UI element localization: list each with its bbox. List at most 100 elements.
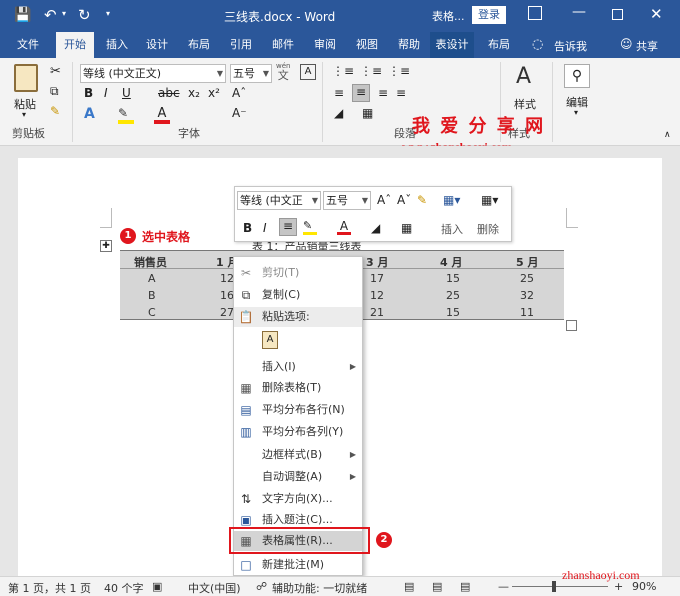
word-count[interactable]: 40 个字 xyxy=(104,580,144,596)
proofing-icon[interactable]: ▣ xyxy=(152,580,162,593)
strikethrough-icon[interactable]: abc xyxy=(158,86,180,100)
redo-icon[interactable]: ↻ xyxy=(78,6,91,24)
save-icon[interactable]: 💾 xyxy=(14,7,31,23)
mini-font-combo[interactable]: 等线 (中文正 ▼ xyxy=(237,191,321,210)
shading-icon[interactable]: ◢ xyxy=(334,106,343,120)
page-count[interactable]: 第 1 页，共 1 页 xyxy=(8,580,91,596)
borders-icon[interactable]: ▦ xyxy=(401,221,412,235)
paste-dropdown-icon[interactable]: ▾ xyxy=(22,110,26,119)
styles-icon[interactable]: A xyxy=(516,64,531,89)
margin-corner xyxy=(100,208,112,228)
text-effects-icon[interactable]: A xyxy=(84,106,95,122)
table-styles-icon[interactable]: ▦▾ xyxy=(443,193,460,207)
char-border-icon[interactable]: A xyxy=(300,64,316,80)
tab-mailings[interactable]: 邮件 xyxy=(266,32,300,58)
menu-item-copy[interactable]: ⧉ 复制(C) xyxy=(234,285,362,305)
menu-item-autofit[interactable]: 自动调整(A) ▶ xyxy=(234,467,362,487)
paste-keep-text-icon[interactable]: A xyxy=(262,331,278,349)
tab-table-layout[interactable]: 布局 xyxy=(480,32,518,58)
bold-icon[interactable]: B xyxy=(84,86,93,100)
undo-dropdown-icon[interactable]: ▾ xyxy=(62,9,66,18)
tab-help[interactable]: 帮助 xyxy=(392,32,426,58)
tab-home[interactable]: 开始 xyxy=(56,32,94,58)
shrink-font-icon[interactable]: Aˇ xyxy=(397,193,411,207)
tab-insert[interactable]: 插入 xyxy=(100,32,134,58)
format-painter-icon[interactable]: ✎ xyxy=(417,193,427,207)
multilevel-icon[interactable]: ⋮≡ xyxy=(388,64,410,78)
styles-button[interactable]: 样式 xyxy=(514,96,536,112)
menu-item-distribute-cols[interactable]: ▥ 平均分布各列(Y) xyxy=(234,422,362,442)
mini-size-combo[interactable]: 五号 ▼ xyxy=(323,191,371,210)
tab-view[interactable]: 视图 xyxy=(350,32,384,58)
tab-references[interactable]: 引用 xyxy=(224,32,258,58)
menu-item-border-styles[interactable]: 边框样式(B) ▶ xyxy=(234,445,362,465)
align-left-icon[interactable]: ≡ xyxy=(334,86,344,100)
grow-font-icon[interactable]: Aˆ xyxy=(377,193,391,207)
tab-design[interactable]: 设计 xyxy=(140,32,174,58)
paste-icon[interactable] xyxy=(14,64,38,92)
menu-item-cut[interactable]: ✂ 剪切(T) xyxy=(234,263,362,283)
menu-item-distribute-rows[interactable]: ▤ 平均分布各行(N) xyxy=(234,400,362,420)
tell-me-input[interactable]: 告诉我 xyxy=(554,38,587,54)
editing-dropdown-icon[interactable]: ▾ xyxy=(574,108,578,117)
italic-icon[interactable]: I xyxy=(263,221,267,235)
customize-qat-icon[interactable]: ▾ xyxy=(106,9,110,18)
close-icon[interactable]: ✕ xyxy=(650,5,663,23)
shading-icon[interactable]: ◢ xyxy=(371,221,380,235)
borders-icon[interactable]: ▦ xyxy=(362,106,373,120)
font-color-icon[interactable]: A xyxy=(337,219,351,235)
format-painter-icon[interactable]: ✎ xyxy=(50,104,60,118)
phonetic-guide-icon[interactable]: wén 文 xyxy=(276,62,290,82)
superscript-icon[interactable]: x² xyxy=(208,86,220,100)
undo-icon[interactable]: ↶ xyxy=(44,6,57,24)
accessibility-icon[interactable]: ☍ xyxy=(256,580,267,593)
table-grid-icon[interactable]: ▦▾ xyxy=(481,193,498,207)
tab-file[interactable]: 文件 xyxy=(8,32,48,58)
maximize-icon[interactable] xyxy=(612,9,623,20)
bold-icon[interactable]: B xyxy=(243,221,252,235)
search-icon[interactable]: ⚲ xyxy=(564,64,590,88)
italic-icon[interactable]: I xyxy=(104,86,108,100)
zoom-slider-track[interactable] xyxy=(512,586,608,587)
cut-icon[interactable]: ✂ xyxy=(50,64,61,79)
underline-icon[interactable]: U xyxy=(122,86,131,100)
highlight-icon[interactable]: ✎ xyxy=(303,219,317,235)
ribbon-display-icon[interactable] xyxy=(528,6,542,20)
read-mode-icon[interactable]: ▤ xyxy=(404,580,414,593)
bullets-icon[interactable]: ⋮≡ xyxy=(332,64,354,78)
accessibility-status[interactable]: 辅助功能: 一切就绪 xyxy=(272,580,367,596)
clear-format-icon[interactable]: A⁻ xyxy=(232,106,247,120)
grow-font-icon[interactable]: Aˆ xyxy=(232,86,246,100)
insert-button[interactable]: 插入 xyxy=(441,221,463,237)
copy-icon[interactable]: ⧉ xyxy=(50,84,59,99)
minimize-icon[interactable]: — xyxy=(572,4,586,20)
web-layout-icon[interactable]: ▤ xyxy=(460,580,470,593)
menu-item-insert[interactable]: 插入(I) ▶ xyxy=(234,357,362,377)
menu-item-new-comment[interactable]: □ 新建批注(M) xyxy=(234,555,362,575)
highlight-icon[interactable]: ✎ xyxy=(118,106,134,124)
numbering-icon[interactable]: ⋮≡ xyxy=(360,64,382,78)
font-name-combo[interactable]: 等线 (中文正文) ▼ xyxy=(80,64,226,83)
font-size-combo[interactable]: 五号 ▼ xyxy=(230,64,272,83)
login-button[interactable]: 登录 xyxy=(472,6,506,24)
language[interactable]: 中文(中国) xyxy=(188,580,241,596)
menu-item-text-direction[interactable]: ⇅ 文字方向(X)... xyxy=(234,489,362,509)
zoom-out-icon[interactable]: — xyxy=(498,580,509,593)
collapse-ribbon-icon[interactable]: ∧ xyxy=(664,130,671,140)
delete-button[interactable]: 删除 xyxy=(477,221,499,237)
align-right-icon[interactable]: ≡ xyxy=(378,86,388,100)
zoom-slider-thumb[interactable] xyxy=(552,581,556,592)
menu-item-delete-table[interactable]: ▦ 删除表格(T) xyxy=(234,378,362,398)
print-layout-icon[interactable]: ▤ xyxy=(432,580,442,593)
center-align-icon[interactable]: ≡ xyxy=(279,218,297,236)
font-color-icon[interactable]: A xyxy=(154,106,170,124)
align-center-icon[interactable]: ≡ xyxy=(352,84,370,102)
table-resize-handle[interactable] xyxy=(566,320,577,331)
tab-review[interactable]: 审阅 xyxy=(308,32,342,58)
table-move-handle-icon[interactable]: ✚ xyxy=(100,240,112,252)
tab-table-design[interactable]: 表设计 xyxy=(430,32,474,58)
tab-layout[interactable]: 布局 xyxy=(182,32,216,58)
subscript-icon[interactable]: x₂ xyxy=(188,86,200,100)
justify-icon[interactable]: ≡ xyxy=(396,86,406,100)
share-button[interactable]: 共享 xyxy=(636,38,658,54)
